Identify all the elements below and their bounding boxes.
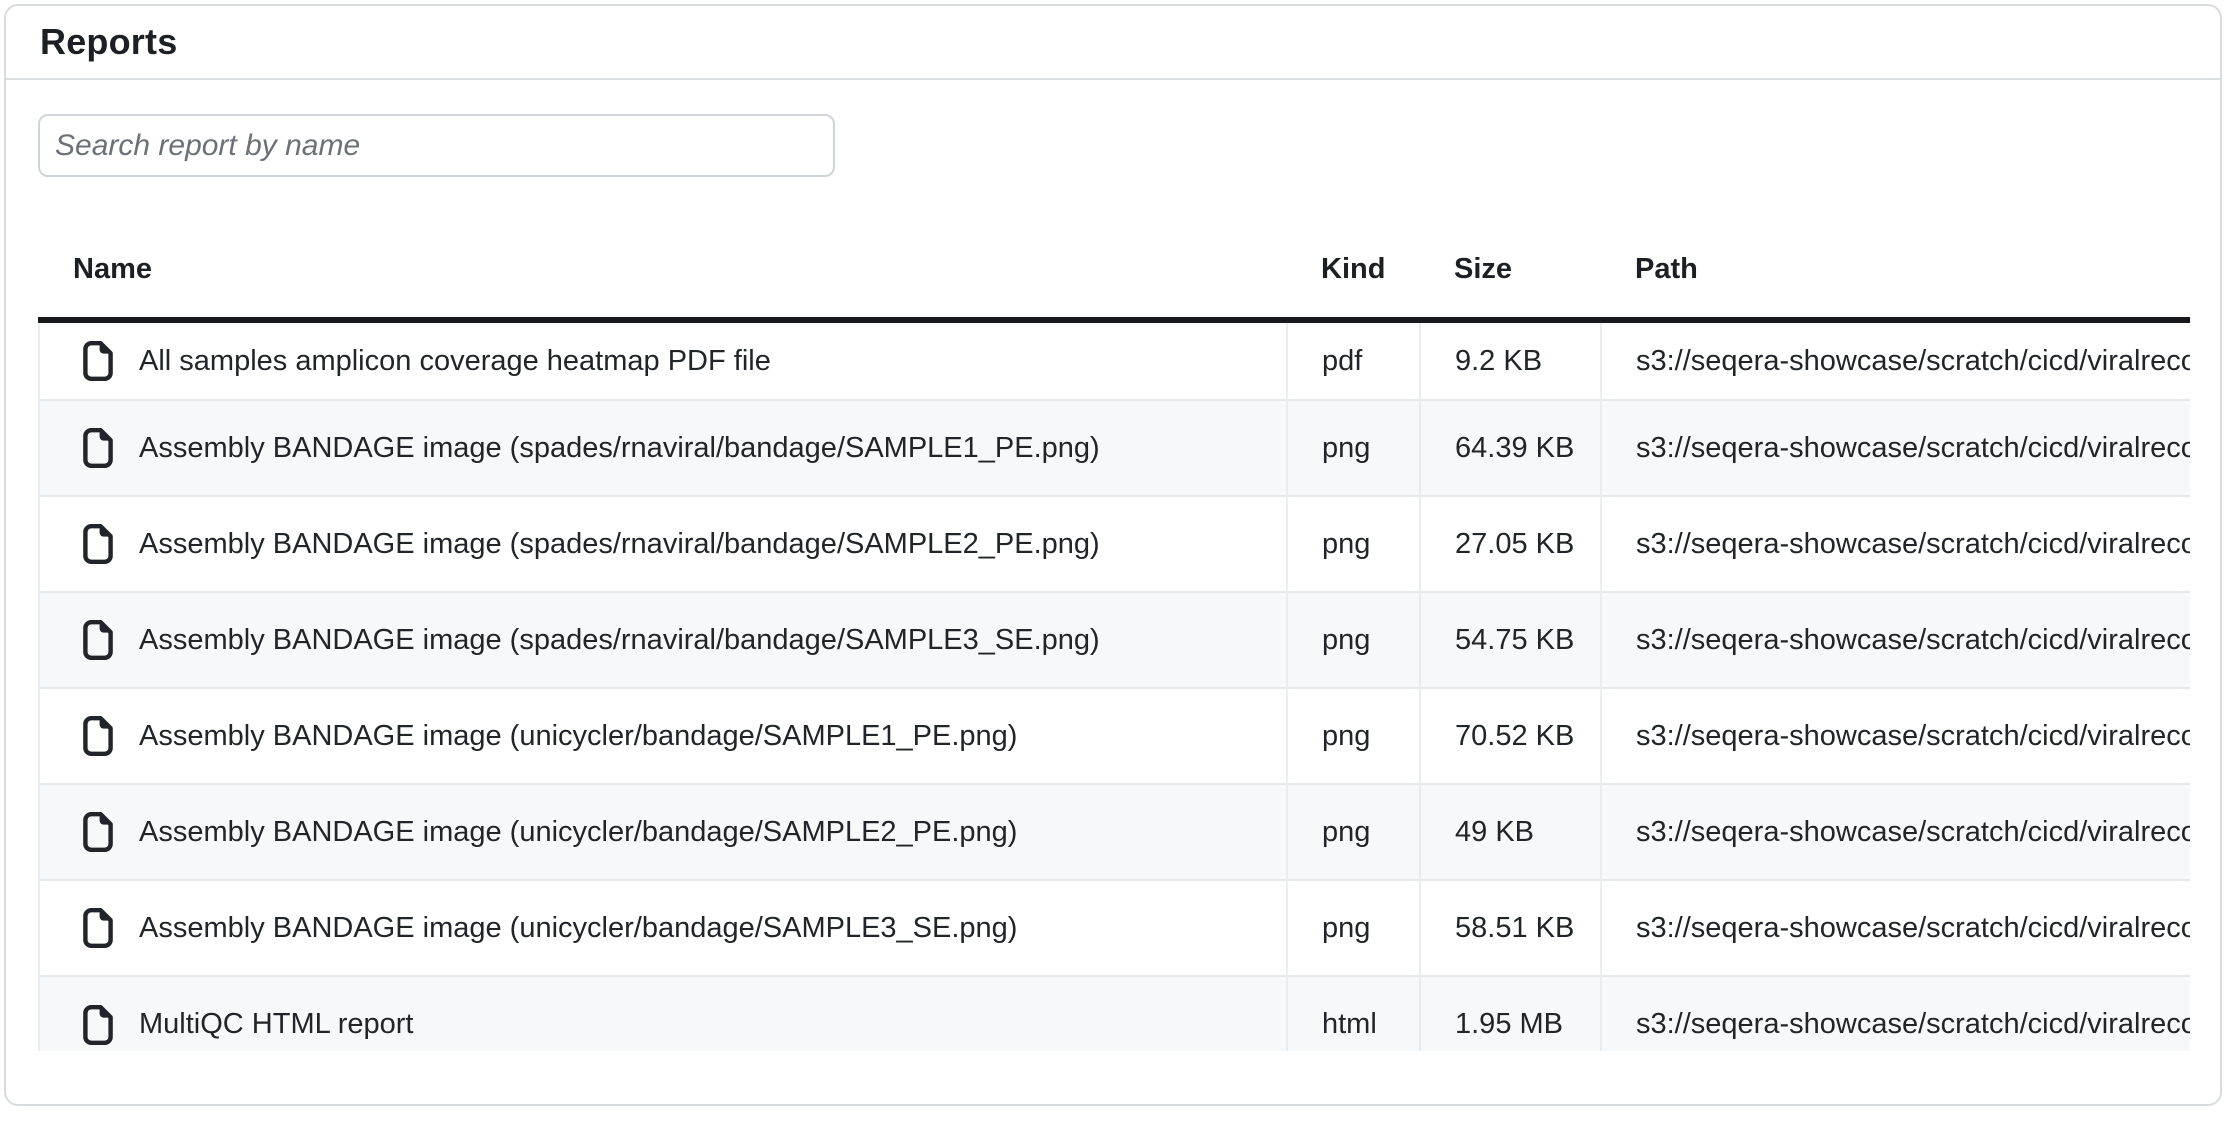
report-path: s3://seqera-showcase/scratch/cicd/viralr…: [1601, 400, 2190, 496]
panel-header: Reports: [6, 6, 2220, 80]
report-size: 70.52 KB: [1420, 688, 1601, 784]
reports-table-container: Name Kind Size Path All samples amplicon…: [38, 222, 2190, 1051]
report-path: s3://seqera-showcase/scratch/cicd/viralr…: [1601, 688, 2190, 784]
reports-table: Name Kind Size Path All samples amplicon…: [38, 222, 2190, 1051]
report-name: Assembly BANDAGE image (unicycler/bandag…: [139, 720, 1017, 753]
report-name: Assembly BANDAGE image (unicycler/bandag…: [139, 816, 1017, 849]
column-header-name: Name: [39, 222, 1287, 320]
report-size: 49 KB: [1420, 784, 1601, 880]
report-kind: pdf: [1287, 320, 1420, 400]
file-icon: [83, 428, 113, 468]
reports-panel: Reports Name Kind Size Path: [4, 4, 2222, 1106]
panel-body: Name Kind Size Path All samples amplicon…: [6, 80, 2220, 1051]
file-icon: [83, 812, 113, 852]
file-icon: [83, 620, 113, 660]
report-kind: png: [1287, 592, 1420, 688]
page-title: Reports: [40, 21, 177, 63]
column-header-path: Path: [1601, 222, 2190, 320]
table-row[interactable]: Assembly BANDAGE image (unicycler/bandag…: [39, 784, 2190, 880]
report-kind: png: [1287, 784, 1420, 880]
report-size: 1.95 MB: [1420, 976, 1601, 1051]
file-icon: [83, 908, 113, 948]
report-path: s3://seqera-showcase/scratch/cicd/viralr…: [1601, 880, 2190, 976]
table-row[interactable]: Assembly BANDAGE image (spades/rnaviral/…: [39, 400, 2190, 496]
table-row[interactable]: Assembly BANDAGE image (unicycler/bandag…: [39, 688, 2190, 784]
file-icon: [83, 524, 113, 564]
reports-table-body: All samples amplicon coverage heatmap PD…: [39, 320, 2190, 1051]
report-size: 9.2 KB: [1420, 320, 1601, 400]
report-path: s3://seqera-showcase/scratch/cicd/viralr…: [1601, 496, 2190, 592]
table-row[interactable]: MultiQC HTML report html 1.95 MB s3://se…: [39, 976, 2190, 1051]
report-kind: png: [1287, 880, 1420, 976]
table-row[interactable]: Assembly BANDAGE image (spades/rnaviral/…: [39, 496, 2190, 592]
table-row[interactable]: All samples amplicon coverage heatmap PD…: [39, 320, 2190, 400]
report-size: 54.75 KB: [1420, 592, 1601, 688]
search-input[interactable]: [38, 114, 835, 177]
report-kind: png: [1287, 400, 1420, 496]
column-header-kind: Kind: [1287, 222, 1420, 320]
report-kind: png: [1287, 496, 1420, 592]
report-kind: png: [1287, 688, 1420, 784]
report-kind: html: [1287, 976, 1420, 1051]
report-size: 64.39 KB: [1420, 400, 1601, 496]
report-path: s3://seqera-showcase/scratch/cicd/viralr…: [1601, 592, 2190, 688]
report-name: Assembly BANDAGE image (spades/rnaviral/…: [139, 528, 1100, 561]
report-path: s3://seqera-showcase/scratch/cicd/viralr…: [1601, 976, 2190, 1051]
report-name: Assembly BANDAGE image (spades/rnaviral/…: [139, 624, 1100, 657]
file-icon: [83, 716, 113, 756]
table-row[interactable]: Assembly BANDAGE image (unicycler/bandag…: [39, 880, 2190, 976]
table-row[interactable]: Assembly BANDAGE image (spades/rnaviral/…: [39, 592, 2190, 688]
report-name: MultiQC HTML report: [139, 1008, 413, 1041]
report-name: Assembly BANDAGE image (unicycler/bandag…: [139, 912, 1017, 945]
column-header-size: Size: [1420, 222, 1601, 320]
file-icon: [83, 341, 113, 381]
report-size: 27.05 KB: [1420, 496, 1601, 592]
report-path: s3://seqera-showcase/scratch/cicd/viralr…: [1601, 320, 2190, 400]
report-path: s3://seqera-showcase/scratch/cicd/viralr…: [1601, 784, 2190, 880]
file-icon: [83, 1005, 113, 1045]
report-name: Assembly BANDAGE image (spades/rnaviral/…: [139, 432, 1100, 465]
report-size: 58.51 KB: [1420, 880, 1601, 976]
table-header: Name Kind Size Path: [39, 222, 2190, 320]
report-name: All samples amplicon coverage heatmap PD…: [139, 345, 771, 378]
